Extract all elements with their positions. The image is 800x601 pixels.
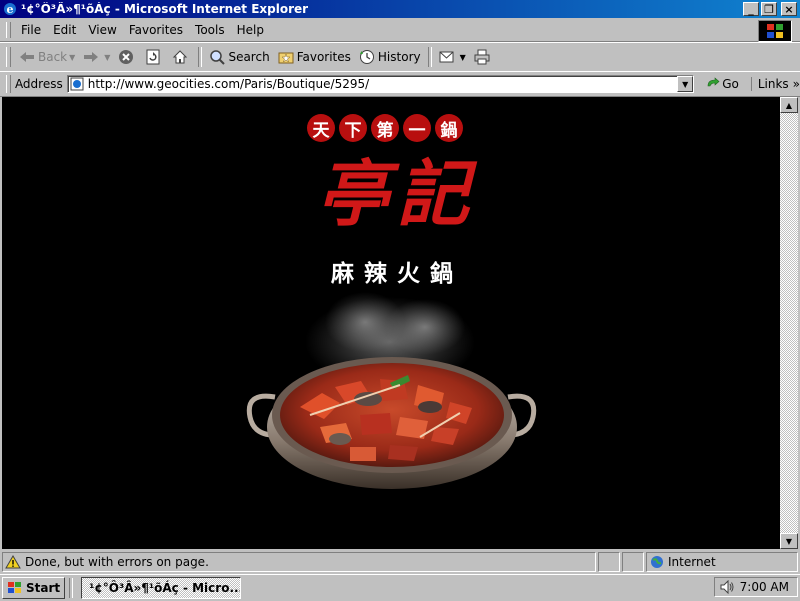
history-icon (359, 50, 374, 64)
start-label: Start (26, 581, 61, 595)
address-grip[interactable] (6, 75, 11, 93)
arrow-up-icon: ▲ (785, 100, 793, 110)
toolbar-separator (427, 47, 432, 67)
minimize-button[interactable]: _ (743, 2, 759, 16)
brand-logo: 亭記 (316, 151, 477, 236)
slogan-char: 鍋 (435, 114, 463, 142)
status-message-panel[interactable]: Done, but with errors on page. (2, 552, 596, 572)
windows-flag-icon (8, 582, 21, 593)
history-button[interactable]: History (355, 47, 425, 67)
title-bar[interactable]: e ¹¢°Ô³Â»¶¹õÁç - Microsoft Internet Expl… (0, 0, 800, 18)
mail-icon (439, 51, 454, 63)
menu-favorites[interactable]: Favorites (123, 21, 189, 39)
menu-edit[interactable]: Edit (47, 21, 82, 39)
menu-view[interactable]: View (82, 21, 122, 39)
favorites-label: Favorites (296, 50, 351, 64)
address-bar: Address ▼ Go Links » (0, 71, 800, 97)
forward-arrow-icon (84, 52, 99, 62)
go-button[interactable]: Go (702, 77, 743, 91)
address-label: Address (14, 77, 63, 91)
refresh-icon (146, 49, 160, 65)
mail-button[interactable]: ▼ (435, 47, 470, 67)
links-more-icon: » (792, 77, 800, 91)
favorites-button[interactable]: Favorites (274, 47, 355, 67)
go-label: Go (722, 77, 739, 91)
address-field[interactable]: ▼ (66, 75, 695, 93)
slogan-badges: 天 下 第 一 鍋 (307, 114, 463, 142)
search-label: Search (228, 50, 270, 64)
page-ie-icon (70, 77, 84, 91)
start-button[interactable]: Start (2, 577, 66, 599)
menu-bar: File Edit View Favorites Tools Help (0, 19, 800, 42)
links-label: Links (757, 77, 789, 91)
back-label: Back (38, 50, 68, 64)
back-arrow-icon (20, 52, 34, 62)
status-security-panel (622, 552, 644, 572)
status-bar: Done, but with errors on page. Internet (0, 552, 800, 572)
restore-button[interactable]: ❐ (761, 2, 777, 16)
arrow-down-icon: ▼ (785, 536, 793, 546)
taskbar-separator (69, 578, 74, 598)
scroll-up-button[interactable]: ▲ (780, 97, 798, 113)
search-icon (210, 50, 226, 65)
clock[interactable]: 7:00 AM (740, 580, 789, 594)
globe-icon (651, 556, 663, 568)
windows-logo-icon (767, 24, 783, 38)
system-tray: 7:00 AM (714, 577, 798, 597)
vertical-scrollbar[interactable]: ▲ ▼ (780, 97, 798, 549)
links-button[interactable]: Links » (750, 77, 800, 91)
slogan-char: 天 (307, 114, 335, 142)
ie-logo-icon: e (4, 3, 16, 16)
taskbar-ie-window-button[interactable]: e ¹¢°Ô³Â»¶¹õÁç - Micro... (81, 577, 242, 599)
address-input[interactable] (87, 77, 678, 91)
page-subtitle: 麻辣火鍋 (331, 261, 463, 287)
favorites-icon (278, 52, 294, 64)
print-button[interactable] (470, 47, 497, 67)
back-dropdown-icon[interactable]: ▼ (69, 53, 75, 62)
status-zone-panel: Internet (646, 552, 798, 572)
close-button[interactable]: × (781, 2, 797, 16)
toolbar-grip[interactable] (6, 47, 11, 67)
close-icon: × (784, 2, 794, 16)
taskbar: Start e ¹¢°Ô³Â»¶¹õÁç - Micro... 7:00 AM (0, 574, 800, 601)
forward-dropdown-icon[interactable]: ▼ (104, 53, 110, 62)
back-button[interactable]: Back ▼ (15, 47, 79, 67)
home-icon (173, 50, 188, 64)
address-dropdown-button[interactable]: ▼ (677, 76, 694, 92)
menu-tools[interactable]: Tools (189, 21, 231, 39)
windows-logo-throbber (758, 20, 792, 42)
scroll-down-button[interactable]: ▼ (780, 533, 798, 549)
task-title: ¹¢°Ô³Â»¶¹õÁç - Micro... (89, 581, 242, 595)
page-content[interactable]: 天 下 第 一 鍋 亭記 麻辣火鍋 (2, 97, 780, 549)
menu-grip[interactable] (6, 22, 11, 38)
warning-icon (5, 555, 21, 569)
toolbar-separator (198, 47, 203, 67)
history-label: History (377, 50, 421, 64)
mail-dropdown-icon[interactable]: ▼ (460, 53, 466, 62)
stop-button[interactable] (114, 47, 141, 67)
refresh-button[interactable] (141, 47, 168, 67)
standard-toolbar: Back ▼ ▼ Search Favorites History ▼ (0, 42, 800, 72)
speaker-icon[interactable] (719, 580, 735, 594)
menu-file[interactable]: File (15, 21, 47, 39)
status-text: Done, but with errors on page. (25, 555, 209, 569)
search-button[interactable]: Search (205, 47, 273, 67)
menu-help[interactable]: Help (231, 21, 270, 39)
restore-icon: ❐ (764, 2, 774, 16)
print-icon (474, 49, 490, 65)
go-arrow-icon (707, 77, 720, 87)
stop-icon (119, 50, 134, 64)
status-progress-panel (598, 552, 620, 572)
chevron-down-icon: ▼ (682, 79, 689, 89)
slogan-char: 第 (371, 114, 399, 142)
forward-button[interactable]: ▼ (79, 47, 114, 67)
minimize-icon: _ (748, 2, 754, 16)
window-title: ¹¢°Ô³Â»¶¹õÁç - Microsoft Internet Explor… (21, 2, 309, 16)
svg-text:e: e (7, 3, 14, 16)
slogan-char: 下 (339, 114, 367, 142)
zone-label: Internet (668, 555, 716, 569)
slogan-char: 一 (403, 114, 431, 142)
hotpot-image (246, 292, 537, 489)
home-button[interactable] (168, 47, 195, 67)
